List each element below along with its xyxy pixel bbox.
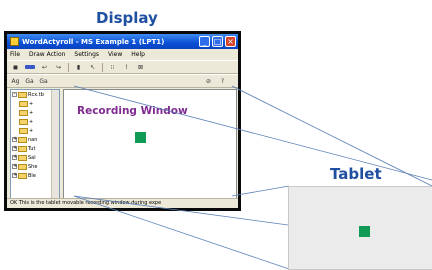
tablet-pen-marker — [359, 226, 370, 237]
mapping-line — [73, 195, 290, 270]
mapping-line — [231, 85, 432, 187]
tablet-surface — [288, 186, 432, 270]
mapping-line — [73, 195, 289, 226]
mapping-line — [231, 185, 290, 197]
mapping-line — [73, 85, 432, 181]
